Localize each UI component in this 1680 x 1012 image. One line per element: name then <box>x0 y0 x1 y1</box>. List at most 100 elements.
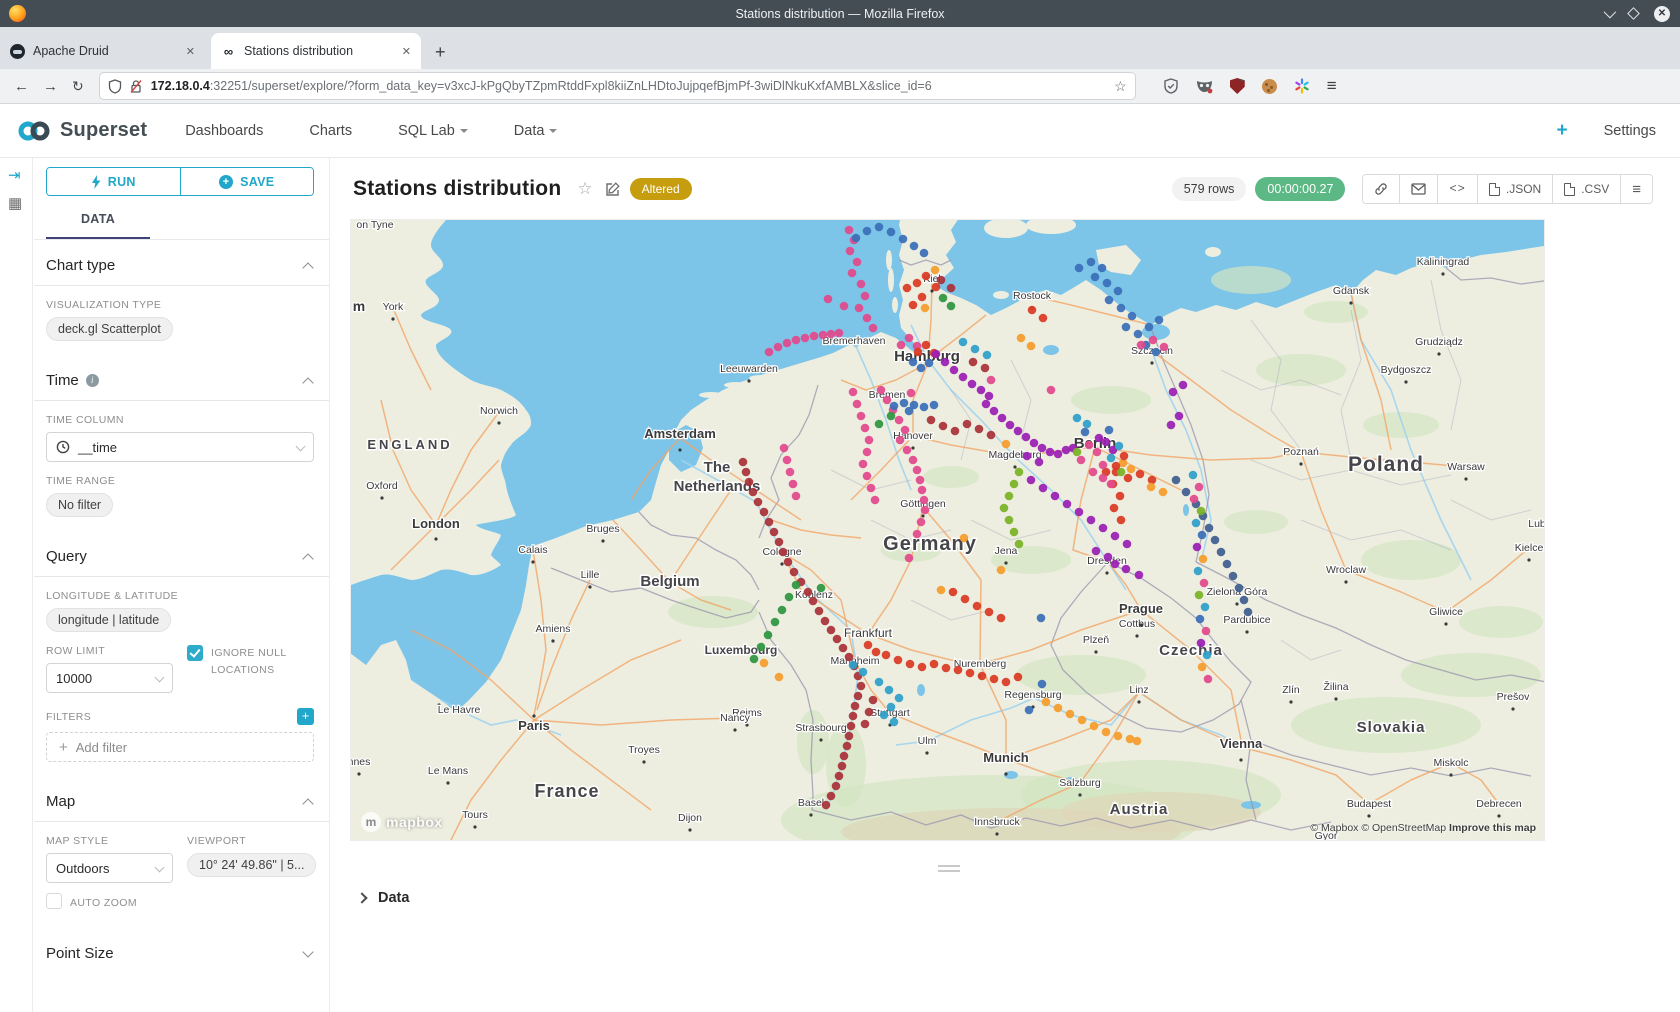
station-point[interactable] <box>896 436 905 445</box>
station-point[interactable] <box>875 223 884 232</box>
station-point[interactable] <box>853 258 862 267</box>
station-point[interactable] <box>942 664 951 673</box>
reload-button[interactable]: ↻ <box>72 78 84 95</box>
station-point[interactable] <box>1128 312 1137 321</box>
run-button[interactable]: RUN <box>47 168 180 195</box>
station-point[interactable] <box>1167 421 1176 430</box>
mapbox-logo[interactable]: m mapbox <box>361 812 443 832</box>
station-point[interactable] <box>1037 614 1046 623</box>
station-point[interactable] <box>899 235 908 244</box>
station-point[interactable] <box>1196 615 1205 624</box>
map-style-select[interactable]: Outdoors <box>46 853 173 883</box>
station-point[interactable] <box>742 468 751 477</box>
station-point[interactable] <box>913 279 922 288</box>
station-point[interactable] <box>985 392 994 401</box>
station-point[interactable] <box>990 675 999 684</box>
station-point[interactable] <box>760 508 769 517</box>
station-point[interactable] <box>1030 439 1039 448</box>
station-point[interactable] <box>937 276 946 285</box>
station-point[interactable] <box>843 742 852 751</box>
station-point[interactable] <box>859 668 868 677</box>
station-point[interactable] <box>1054 704 1063 713</box>
station-point[interactable] <box>770 528 779 537</box>
tracking-shield-icon[interactable] <box>108 79 122 94</box>
station-point[interactable] <box>1081 428 1090 437</box>
station-point[interactable] <box>1179 381 1188 390</box>
station-point[interactable] <box>1038 444 1047 453</box>
email-button[interactable] <box>1399 175 1437 203</box>
station-point[interactable] <box>861 720 870 729</box>
station-point[interactable] <box>1117 304 1126 313</box>
section-query[interactable]: Query <box>46 531 314 576</box>
station-point[interactable] <box>1117 516 1126 525</box>
station-point[interactable] <box>1198 663 1207 672</box>
station-point[interactable] <box>921 304 930 313</box>
station-point[interactable] <box>977 386 986 395</box>
station-point[interactable] <box>975 425 984 434</box>
station-point[interactable] <box>824 295 833 304</box>
station-point[interactable] <box>745 478 754 487</box>
station-point[interactable] <box>846 247 855 256</box>
station-point[interactable] <box>906 660 915 669</box>
station-point[interactable] <box>918 486 927 495</box>
station-point[interactable] <box>840 302 849 311</box>
station-point[interactable] <box>869 696 878 705</box>
station-point[interactable] <box>925 359 934 368</box>
window-minimize-icon[interactable] <box>1604 6 1617 19</box>
station-point[interactable] <box>1046 448 1055 457</box>
bookmark-star-icon[interactable]: ☆ <box>1114 78 1127 95</box>
station-point[interactable] <box>821 617 830 626</box>
station-point[interactable] <box>907 389 916 398</box>
station-point[interactable] <box>1098 264 1107 273</box>
section-time[interactable]: Timei <box>46 355 314 400</box>
station-point[interactable] <box>1123 540 1132 549</box>
station-point[interactable] <box>1005 516 1014 525</box>
station-point[interactable] <box>859 460 868 469</box>
station-point[interactable] <box>1111 560 1120 569</box>
station-point[interactable] <box>890 402 899 411</box>
station-point[interactable] <box>950 366 959 375</box>
station-point[interactable] <box>1240 596 1249 605</box>
station-point[interactable] <box>1102 728 1111 737</box>
station-point[interactable] <box>1182 488 1191 497</box>
station-point[interactable] <box>909 301 918 310</box>
station-point[interactable] <box>1235 584 1244 593</box>
station-point[interactable] <box>765 348 774 357</box>
station-point[interactable] <box>947 284 956 293</box>
forward-button[interactable]: → <box>43 78 58 95</box>
station-point[interactable] <box>1014 427 1023 436</box>
time-range-value[interactable]: No filter <box>46 493 113 517</box>
station-point[interactable] <box>1054 450 1063 459</box>
station-point[interactable] <box>997 614 1006 623</box>
station-point[interactable] <box>1047 386 1056 395</box>
station-point[interactable] <box>765 518 774 527</box>
station-point[interactable] <box>1229 572 1238 581</box>
station-point[interactable] <box>1075 508 1084 517</box>
station-point[interactable] <box>903 446 912 455</box>
station-point[interactable] <box>1075 264 1084 273</box>
station-point[interactable] <box>775 673 784 682</box>
station-point[interactable] <box>1155 316 1164 325</box>
station-point[interactable] <box>1085 441 1094 450</box>
station-point[interactable] <box>1022 433 1031 442</box>
station-point[interactable] <box>1152 348 1161 357</box>
station-point[interactable] <box>1122 323 1131 332</box>
station-point[interactable] <box>775 538 784 547</box>
station-point[interactable] <box>1160 343 1169 352</box>
station-point[interactable] <box>905 334 914 343</box>
station-point[interactable] <box>861 292 870 301</box>
station-point[interactable] <box>1087 258 1096 267</box>
station-point[interactable] <box>1073 448 1082 457</box>
station-point[interactable] <box>1095 434 1104 443</box>
station-point[interactable] <box>792 581 801 590</box>
station-point[interactable] <box>1023 452 1032 461</box>
station-point[interactable] <box>786 468 795 477</box>
add-filter-plus-button[interactable]: + <box>297 708 314 725</box>
station-point[interactable] <box>1189 471 1198 480</box>
station-point[interactable] <box>877 386 886 395</box>
section-point-size[interactable]: Point Size <box>46 928 314 973</box>
embed-code-button[interactable]: <> <box>1437 175 1476 203</box>
station-point[interactable] <box>887 412 896 421</box>
add-filter-box[interactable]: + Add filter <box>46 732 314 762</box>
url-bar[interactable]: 172.18.0.4:32251/superset/explore/?form_… <box>100 73 1135 99</box>
